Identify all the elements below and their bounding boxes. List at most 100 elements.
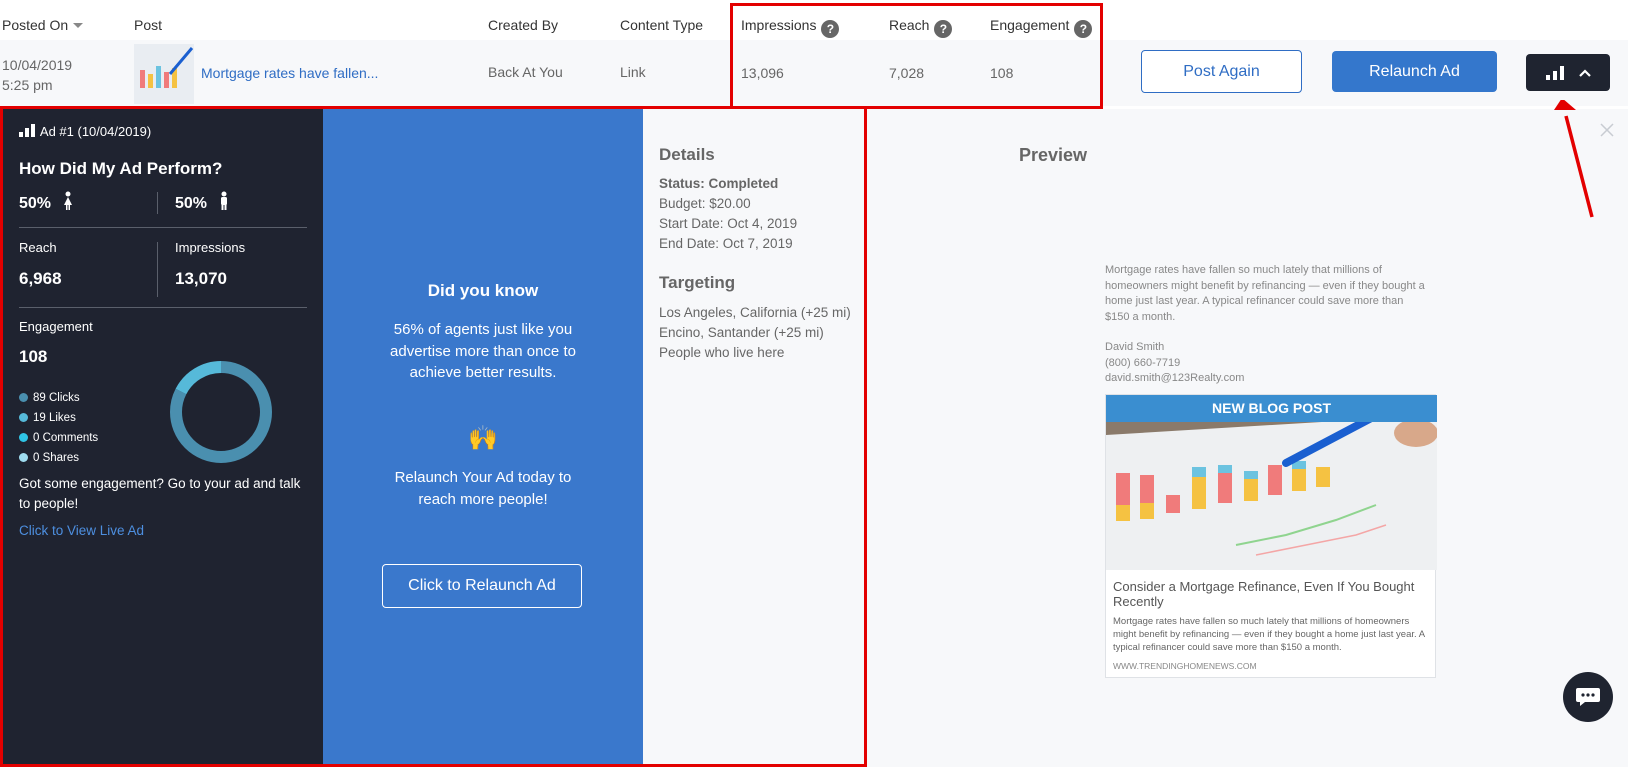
metric-divider bbox=[157, 242, 158, 297]
promo-line: reach more people! bbox=[418, 490, 548, 508]
reach-value: 6,968 bbox=[19, 269, 62, 288]
col-post: Post bbox=[134, 17, 163, 33]
details-heading: Details bbox=[659, 145, 715, 164]
preview-body: Mortgage rates have fallen so much latel… bbox=[1105, 263, 1425, 325]
contact-phone: (800) 660-7719 bbox=[1105, 356, 1181, 369]
legend-item: 0 Shares bbox=[19, 448, 98, 468]
red-arrow-icon bbox=[1554, 100, 1594, 218]
engagement-label: Engagement bbox=[19, 319, 93, 334]
legend-dot bbox=[19, 453, 28, 462]
col-reach-label: Reach bbox=[889, 17, 930, 33]
female-icon bbox=[64, 191, 73, 210]
col-engagement-label: Engagement bbox=[990, 17, 1070, 33]
preview-body-line: homeowners might benefit by refinancing … bbox=[1105, 279, 1425, 292]
legend-item: 19 Likes bbox=[19, 408, 98, 428]
col-content-type: Content Type bbox=[620, 17, 704, 33]
posted-time: 5:25 pm bbox=[2, 77, 53, 93]
created-by-cell: Back At You bbox=[488, 64, 563, 80]
help-icon[interactable]: ? bbox=[1074, 20, 1093, 38]
legend-dot bbox=[19, 413, 28, 422]
female-percent: 50% bbox=[19, 191, 73, 213]
male-icon bbox=[221, 191, 228, 210]
chevron-up-icon bbox=[1578, 68, 1591, 77]
preview-body-line: Mortgage rates have fallen so much latel… bbox=[1105, 264, 1382, 276]
relaunch-ad-button[interactable]: Relaunch Ad bbox=[1332, 51, 1497, 92]
contact-name: David Smith bbox=[1105, 341, 1165, 353]
preview-body-line: home just last year. A typical refinance… bbox=[1105, 295, 1404, 307]
ad-label-text: Ad #1 (10/04/2019) bbox=[39, 124, 152, 139]
female-percent-value: 50% bbox=[19, 195, 52, 212]
promo-stat-text: 56% of agents just like you advertise mo… bbox=[323, 319, 643, 384]
section-divider bbox=[19, 307, 307, 308]
close-icon[interactable] bbox=[1598, 121, 1616, 139]
card-description: Mortgage rates have fallen so much latel… bbox=[1113, 616, 1425, 653]
raised-hands-icon: 🙌 bbox=[468, 425, 498, 452]
section-divider bbox=[19, 227, 307, 228]
engagement-cell: 108 bbox=[990, 65, 1014, 81]
relaunch-promo-panel: Did you know 56% of agents just like you… bbox=[323, 109, 643, 767]
budget-text: Budget: $20.00 bbox=[659, 196, 751, 211]
card-url: WWW.TRENDINGHOMENEWS.COM bbox=[1113, 661, 1257, 671]
preview-contact: David Smith (800) 660-7719 david.smith@1… bbox=[1105, 340, 1244, 387]
contact-email: david.smith@123Realty.com bbox=[1105, 372, 1245, 384]
end-date-text: End Date: Oct 7, 2019 bbox=[659, 236, 793, 251]
help-icon[interactable]: ? bbox=[821, 20, 840, 38]
engagement-cta-line: to people! bbox=[19, 496, 79, 511]
male-percent: 50% bbox=[175, 191, 229, 213]
col-posted-on[interactable]: Posted On bbox=[2, 17, 84, 33]
card-image: NEW BLOG POST bbox=[1106, 395, 1437, 570]
male-percent-value: 50% bbox=[175, 195, 208, 212]
promo-line: Relaunch Your Ad today to bbox=[394, 469, 572, 486]
legend-label: 19 Likes bbox=[33, 412, 76, 424]
content-type-cell: Link bbox=[620, 64, 646, 80]
legend-label: 0 Shares bbox=[33, 452, 80, 464]
legend-dot bbox=[19, 393, 28, 402]
engagement-value: 108 bbox=[19, 347, 48, 366]
ad-label: Ad #1 (10/04/2019) bbox=[19, 123, 151, 139]
view-live-ad-link[interactable]: Click to View Live Ad bbox=[19, 523, 144, 538]
engagement-cta-text: Got some engagement? Go to your ad and t… bbox=[19, 474, 319, 514]
card-title: Consider a Mortgage Refinance, Even If Y… bbox=[1113, 579, 1415, 609]
preview-body-line: $150 a month. bbox=[1105, 310, 1176, 323]
chat-bubble-icon bbox=[1576, 688, 1600, 706]
col-engagement: Engagement? bbox=[990, 17, 1093, 38]
promo-line: achieve better results. bbox=[409, 364, 557, 381]
help-icon[interactable]: ? bbox=[934, 20, 953, 38]
promo-heading: Did you know bbox=[427, 281, 539, 300]
col-posted-on-label: Posted On bbox=[2, 17, 69, 33]
reach-label: Reach bbox=[19, 240, 57, 255]
start-date-text: Start Date: Oct 4, 2019 bbox=[659, 216, 798, 231]
promo-line: advertise more than once to bbox=[390, 342, 576, 360]
post-thumbnail[interactable] bbox=[134, 44, 194, 104]
engagement-breakdown: 89 Clicks 19 Likes 0 Comments 0 Shares bbox=[19, 388, 98, 468]
posted-date: 10/04/2019 bbox=[2, 57, 73, 73]
posted-on-cell: 10/04/2019 5:25 pm bbox=[2, 55, 72, 95]
post-again-button[interactable]: Post Again bbox=[1141, 50, 1302, 93]
legend-item: 0 Comments bbox=[19, 428, 98, 448]
ad-stats-panel: Ad #1 (10/04/2019) How Did My Ad Perform… bbox=[3, 109, 323, 767]
col-impressions: Impressions? bbox=[741, 17, 840, 38]
link-preview-card[interactable]: NEW BLOG POST Consider a Mortgage Refina… bbox=[1105, 394, 1437, 678]
status-text: Status: Completed bbox=[659, 176, 779, 191]
target-location: Encino, Santander (+25 mi) bbox=[659, 325, 824, 340]
col-impressions-label: Impressions bbox=[741, 17, 817, 33]
details-panel: Details Status: Completed Budget: $20.00… bbox=[643, 109, 866, 767]
sort-down-icon bbox=[73, 23, 84, 28]
chat-button[interactable] bbox=[1563, 672, 1613, 722]
legend-item: 89 Clicks bbox=[19, 388, 98, 408]
chart-thumbnail-icon bbox=[134, 44, 194, 104]
target-location: Los Angeles, California (+25 mi) bbox=[659, 305, 851, 320]
legend-dot bbox=[19, 433, 28, 442]
reach-cell: 7,028 bbox=[889, 65, 925, 81]
post-title-link[interactable]: Mortgage rates have fallen... bbox=[201, 65, 378, 81]
click-to-relaunch-button[interactable]: Click to Relaunch Ad bbox=[382, 564, 582, 608]
performance-heading: How Did My Ad Perform? bbox=[19, 159, 223, 178]
stats-toggle-button[interactable] bbox=[1526, 54, 1610, 91]
col-created-by: Created By bbox=[488, 17, 559, 33]
impressions-cell: 13,096 bbox=[741, 65, 784, 81]
preview-heading: Preview bbox=[1019, 145, 1088, 165]
promo-line: 56% of agents just like you bbox=[393, 321, 573, 338]
targeting-heading: Targeting bbox=[659, 273, 736, 292]
signal-bars-icon bbox=[19, 124, 35, 137]
legend-label: 0 Comments bbox=[33, 432, 99, 444]
